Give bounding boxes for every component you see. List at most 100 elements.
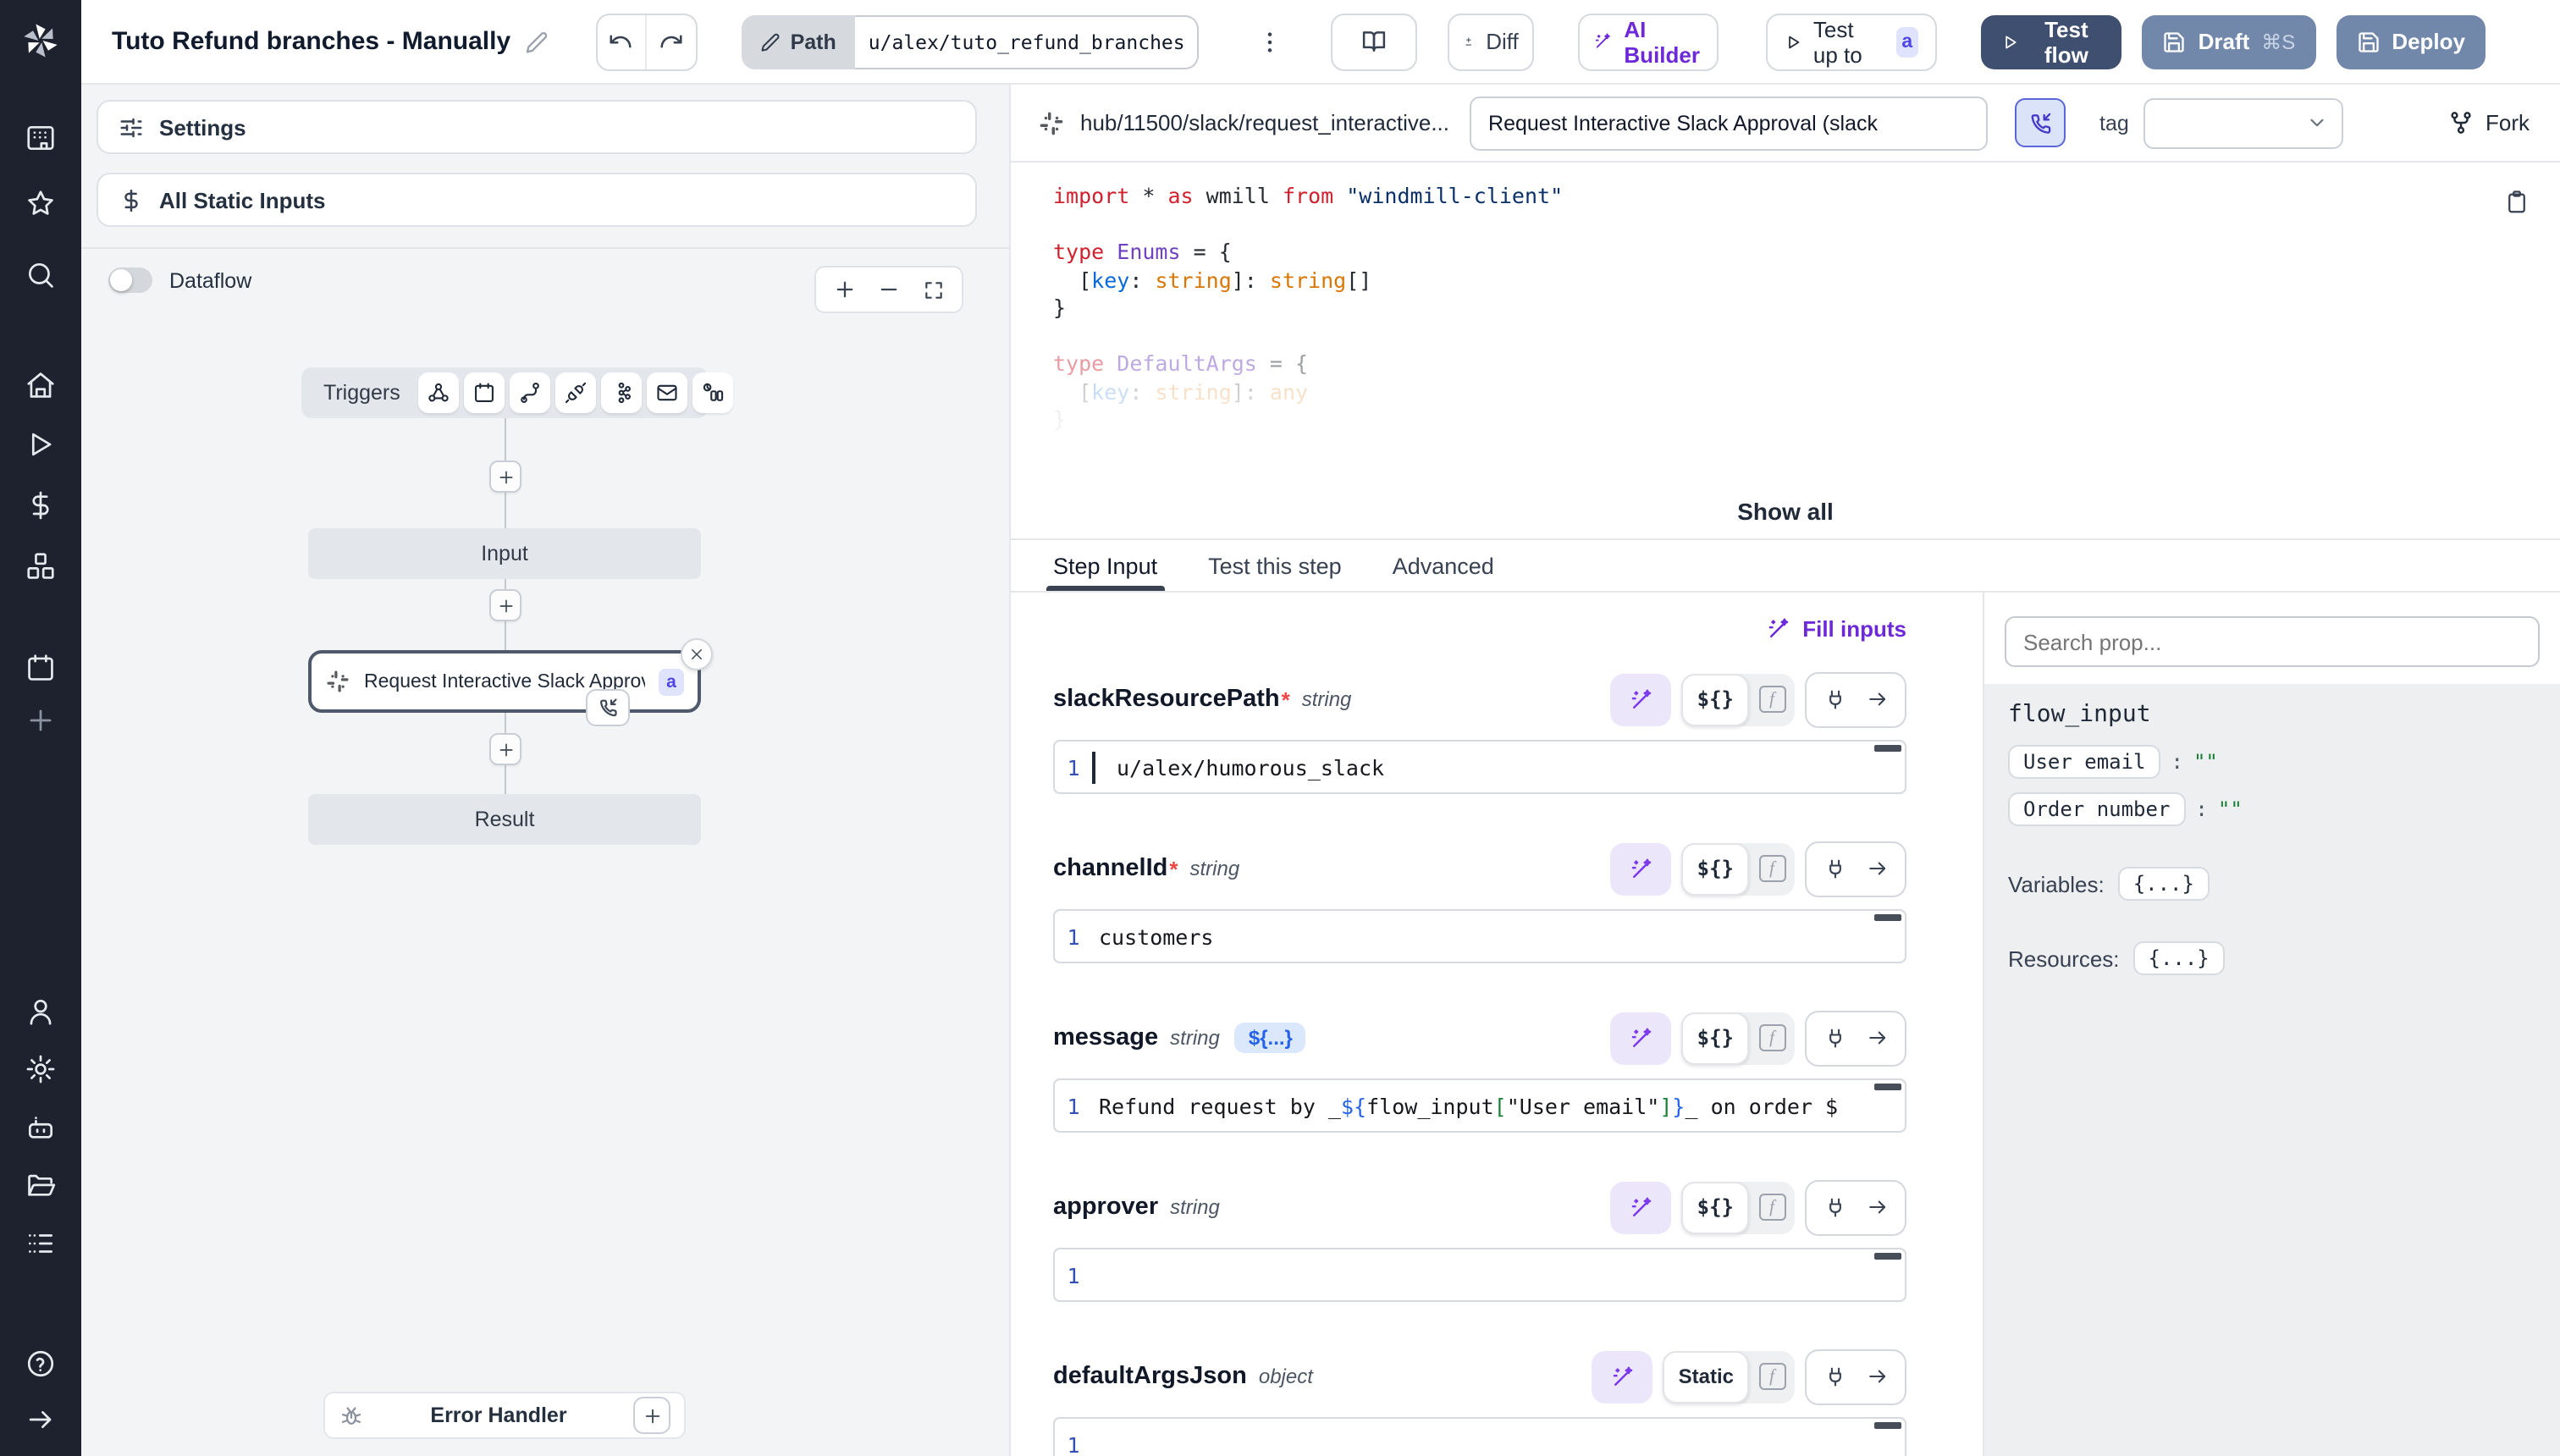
plug-icon[interactable] xyxy=(1813,1013,1856,1062)
more-menu-icon[interactable] xyxy=(1256,28,1283,55)
ai-wand-button[interactable] xyxy=(1611,842,1672,895)
fork-button[interactable]: Fork xyxy=(2448,110,2536,135)
email-icon[interactable] xyxy=(648,372,688,413)
field-editor[interactable]: 1 Refund request by _${flow_input["User … xyxy=(1053,1078,1906,1133)
field-editor[interactable]: 1 customers xyxy=(1053,909,1906,963)
hub-script-path[interactable]: hub/11500/slack/request_interactive... xyxy=(1080,110,1449,135)
arrow-right-icon[interactable] xyxy=(1856,1013,1898,1062)
arrow-right-icon[interactable] xyxy=(1856,844,1898,893)
insert-step-plus-button[interactable] xyxy=(489,589,521,621)
plug-icon[interactable] xyxy=(556,372,597,413)
prop-key-chip[interactable]: User email xyxy=(2008,745,2161,779)
edit-title-pencil-icon[interactable] xyxy=(524,30,548,53)
settings-gear-icon[interactable] xyxy=(25,1053,57,1085)
function-mode-segment[interactable]: f xyxy=(1749,1194,1795,1221)
suspend-approval-phone-button[interactable] xyxy=(2015,98,2066,147)
static-mode-segment[interactable]: Static xyxy=(1663,1350,1749,1403)
windmill-logo[interactable] xyxy=(0,0,81,81)
tag-select[interactable] xyxy=(2144,97,2344,148)
flow-settings-row[interactable]: Settings xyxy=(97,100,977,154)
delete-step-close-icon[interactable] xyxy=(681,638,713,670)
template-mode-segment[interactable]: ${} xyxy=(1682,673,1749,725)
runs-icon[interactable] xyxy=(25,428,57,461)
resources-boxes-icon[interactable] xyxy=(25,550,57,582)
path-label[interactable]: Path xyxy=(742,14,855,69)
input-mode-toggle[interactable]: ${}f xyxy=(1682,842,1795,895)
zoom-out-icon[interactable] xyxy=(870,269,908,310)
folders-icon[interactable] xyxy=(25,1170,57,1202)
search-icon[interactable] xyxy=(25,259,57,291)
tab-advanced[interactable]: Advanced xyxy=(1393,540,1494,591)
plug-icon[interactable] xyxy=(1813,844,1856,893)
webhook-icon[interactable] xyxy=(419,372,460,413)
logs-list-icon[interactable] xyxy=(25,1227,57,1260)
arrow-right-icon[interactable] xyxy=(1856,675,1898,724)
slack-approval-step-node[interactable]: Request Interactive Slack Approval (... … xyxy=(308,650,701,713)
schedules-calendar-icon[interactable] xyxy=(25,652,57,684)
ai-wand-button[interactable] xyxy=(1611,673,1672,725)
expand-arrow-icon[interactable] xyxy=(25,1404,57,1436)
user-icon[interactable] xyxy=(25,995,57,1028)
copy-code-icon[interactable] xyxy=(2504,190,2530,215)
plug-icon[interactable] xyxy=(1813,675,1856,724)
tab-step-input[interactable]: Step Input xyxy=(1053,540,1157,591)
plug-icon[interactable] xyxy=(1813,1352,1856,1401)
docs-book-button[interactable] xyxy=(1331,13,1417,70)
resources-expand-chip[interactable]: {...} xyxy=(2133,941,2225,975)
ai-wand-button[interactable] xyxy=(1611,1012,1672,1064)
function-mode-segment[interactable]: f xyxy=(1749,1024,1795,1051)
ai-wand-button[interactable] xyxy=(1611,1181,1672,1233)
redo-button[interactable] xyxy=(645,14,695,69)
variables-dollar-icon[interactable] xyxy=(25,489,57,521)
variables-expand-chip[interactable]: {...} xyxy=(2118,867,2210,901)
kafka-icon[interactable] xyxy=(602,372,643,413)
zoom-in-icon[interactable] xyxy=(826,269,863,310)
ai-bot-icon[interactable] xyxy=(25,1112,57,1144)
suspend-approval-phone-icon[interactable] xyxy=(586,689,630,726)
insert-step-plus-button[interactable] xyxy=(489,733,521,765)
function-mode-segment[interactable]: f xyxy=(1749,1363,1795,1390)
script-code-preview[interactable]: import * as wmill from "windmill-client"… xyxy=(1011,163,2560,538)
function-mode-segment[interactable]: f xyxy=(1749,855,1795,882)
ai-builder-button[interactable]: AI Builder xyxy=(1578,13,1718,70)
prop-key-chip[interactable]: Order number xyxy=(2008,792,2185,826)
error-handler-node[interactable]: Error Handler xyxy=(323,1392,686,1439)
add-error-handler-plus-icon[interactable] xyxy=(633,1397,670,1434)
test-up-to-button[interactable]: Test up to a xyxy=(1765,13,1937,70)
path-input[interactable] xyxy=(855,14,1199,69)
fill-inputs-button[interactable]: Fill inputs xyxy=(1765,616,1906,642)
field-editor[interactable]: 1 u/alex/humorous_slack xyxy=(1053,740,1906,794)
diff-button[interactable]: Diff xyxy=(1448,13,1534,70)
field-editor[interactable]: 1 xyxy=(1053,1248,1906,1302)
input-mode-toggle[interactable]: ${}f xyxy=(1682,673,1795,725)
workspace-icon[interactable] xyxy=(25,122,57,154)
arrow-right-icon[interactable] xyxy=(1856,1183,1898,1232)
step-summary-input[interactable] xyxy=(1470,96,1988,150)
add-icon[interactable] xyxy=(25,704,57,736)
insert-step-plus-button[interactable] xyxy=(489,461,521,493)
poll-icon[interactable] xyxy=(693,372,734,413)
plug-icon[interactable] xyxy=(1813,1183,1856,1232)
deploy-button[interactable]: Deploy xyxy=(2336,14,2486,69)
show-all-button[interactable]: Show all xyxy=(1011,498,2560,525)
dataflow-toggle[interactable] xyxy=(108,267,152,293)
input-mode-toggle[interactable]: ${}f xyxy=(1682,1181,1795,1233)
input-mode-toggle[interactable]: ${}f xyxy=(1682,1012,1795,1064)
star-icon[interactable] xyxy=(25,188,57,220)
result-node[interactable]: Result xyxy=(308,794,701,845)
test-flow-button[interactable]: Test flow xyxy=(1981,14,2122,69)
field-editor[interactable]: 1 xyxy=(1053,1417,1906,1456)
home-icon[interactable] xyxy=(25,369,57,401)
undo-button[interactable] xyxy=(597,14,645,69)
template-mode-segment[interactable]: ${} xyxy=(1682,1012,1749,1064)
fit-view-icon[interactable] xyxy=(914,269,952,310)
search-prop-input[interactable] xyxy=(2005,616,2540,667)
template-mode-segment[interactable]: ${} xyxy=(1682,1181,1749,1233)
all-static-inputs-row[interactable]: All Static Inputs xyxy=(97,173,977,227)
flow-input-label[interactable]: flow_input xyxy=(2008,701,2536,728)
input-mode-toggle[interactable]: Staticf xyxy=(1663,1350,1795,1403)
http-route-icon[interactable] xyxy=(510,372,551,413)
function-mode-segment[interactable]: f xyxy=(1749,686,1795,713)
arrow-right-icon[interactable] xyxy=(1856,1352,1898,1401)
draft-button[interactable]: Draft ⌘S xyxy=(2143,14,2316,69)
